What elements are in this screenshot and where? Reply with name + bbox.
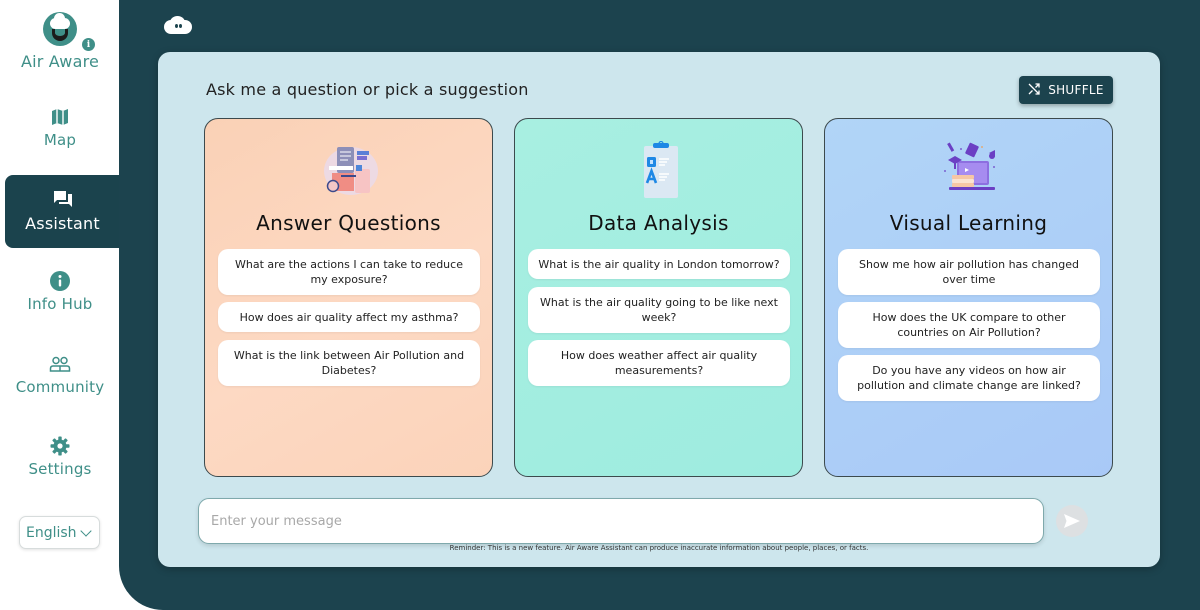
suggestion-card-answer-questions: Answer Questions What are the actions I … <box>204 118 493 477</box>
language-select-value: English <box>26 524 77 541</box>
message-input-wrapper <box>198 498 1044 544</box>
suggestion-card-visual-learning: Visual Learning Show me how air pollutio… <box>824 118 1113 477</box>
sidebar-brand[interactable]: i Air Aware <box>0 12 120 71</box>
suggestion-button[interactable]: What are the actions I can take to reduc… <box>218 249 480 295</box>
suggestion-card-data-analysis: Data Analysis What is the air quality in… <box>514 118 803 477</box>
shuffle-icon <box>1028 82 1040 98</box>
people-icon <box>49 353 71 375</box>
clipboard-qa-illustration-icon <box>643 141 678 198</box>
sidebar-item-label: Assistant <box>25 214 100 233</box>
assistant-panel: Ask me a question or pick a suggestion S… <box>158 52 1160 567</box>
sidebar-item-settings[interactable]: Settings <box>0 435 120 478</box>
send-icon <box>1064 514 1080 528</box>
suggestion-button[interactable]: What is the air quality going to be like… <box>528 287 790 333</box>
sidebar-item-info-hub[interactable]: Info Hub <box>0 270 120 313</box>
shuffle-button[interactable]: SHUFFLE <box>1019 76 1113 104</box>
prompt-title: Ask me a question or pick a suggestion <box>206 80 529 99</box>
disclaimer-text: Reminder: This is a new feature. Air Awa… <box>449 544 869 552</box>
app-root: i Air Aware Map Assistant Info Hub Commu… <box>0 0 1200 610</box>
document-search-illustration-icon <box>323 147 378 195</box>
message-input[interactable] <box>199 499 1043 543</box>
map-icon <box>49 106 71 128</box>
brand-info-icon[interactable]: i <box>82 38 95 51</box>
shuffle-label: SHUFFLE <box>1048 83 1104 97</box>
sidebar-item-community[interactable]: Community <box>0 353 120 396</box>
suggestion-button[interactable]: How does weather affect air quality meas… <box>528 340 790 386</box>
card-title: Visual Learning <box>889 211 1048 235</box>
sidebar-item-label: Settings <box>28 460 92 478</box>
info-icon <box>49 270 71 292</box>
sidebar-item-label: Info Hub <box>27 295 93 313</box>
suggestion-button[interactable]: How does the UK compare to other countri… <box>838 302 1100 348</box>
suggestion-button[interactable]: Show me how air pollution has changed ov… <box>838 249 1100 295</box>
assistant-bot-icon <box>164 16 192 34</box>
gear-icon <box>49 435 71 457</box>
suggestion-button[interactable]: What is the link between Air Pollution a… <box>218 340 480 386</box>
suggestion-button[interactable]: What is the air quality in London tomorr… <box>528 249 790 279</box>
language-select[interactable]: English <box>19 516 100 549</box>
brand-label: Air Aware <box>20 52 100 71</box>
air-aware-logo-icon <box>43 12 77 46</box>
laptop-learning-illustration-icon <box>943 142 995 190</box>
suggestion-button[interactable]: Do you have any videos on how air pollut… <box>838 355 1100 401</box>
sidebar: i Air Aware Map Assistant Info Hub Commu… <box>0 0 120 610</box>
sidebar-item-label: Map <box>43 131 77 149</box>
sidebar-item-label: Community <box>15 378 105 396</box>
send-button[interactable] <box>1056 505 1088 537</box>
sidebar-item-map[interactable]: Map <box>0 106 120 149</box>
chevron-down-icon <box>80 524 92 537</box>
suggestion-button[interactable]: How does air quality affect my asthma? <box>218 302 480 332</box>
sidebar-item-assistant[interactable]: Assistant <box>5 175 120 248</box>
card-title: Answer Questions <box>256 211 441 235</box>
card-title: Data Analysis <box>588 211 729 235</box>
chat-icon <box>52 188 74 210</box>
